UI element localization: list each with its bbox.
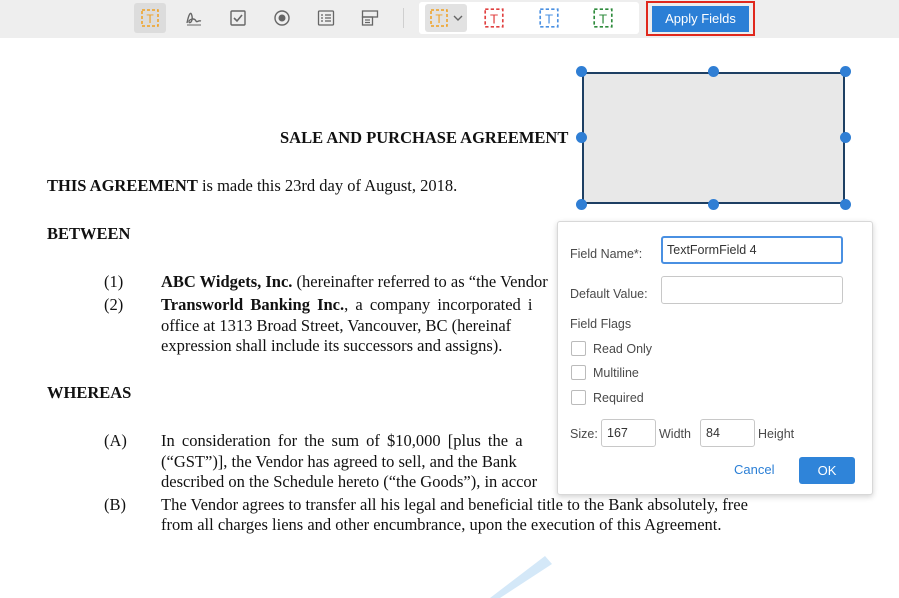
resize-handle-bottom-right[interactable] xyxy=(840,199,851,210)
text-field-red-icon: T xyxy=(484,8,504,28)
style-glyph: T xyxy=(435,12,443,26)
text-field-glyph: T xyxy=(146,12,154,26)
multiline-checkbox[interactable] xyxy=(571,365,586,380)
checkbox-icon xyxy=(230,10,246,26)
multiline-label: Multiline xyxy=(593,366,639,380)
checkbox-tool[interactable] xyxy=(222,3,254,33)
text-field-green-icon: T xyxy=(593,8,613,28)
required-label: Required xyxy=(593,391,644,405)
clause-a-line-3: described on the Schedule hereto (“the G… xyxy=(161,472,538,491)
intro-rest: is made this 23rd day of August, 2018. xyxy=(197,176,458,195)
resize-handle-left[interactable] xyxy=(576,132,587,143)
party-1-num: (1) xyxy=(104,272,124,291)
required-checkbox[interactable] xyxy=(571,390,586,405)
text-field-style-icon: T xyxy=(430,9,448,27)
clause-a-line-1: In consideration for the sum of $10,000 … xyxy=(161,431,523,450)
clause-a-line-2: (“GST”)], the Vendor has agreed to sell,… xyxy=(161,452,517,471)
apply-fields-highlight: Apply Fields xyxy=(646,1,755,36)
radio-icon xyxy=(274,10,290,26)
resize-handle-top-right[interactable] xyxy=(840,66,851,77)
party-1-rest: (hereinafter referred to as “the Vendor xyxy=(292,272,548,291)
resize-handle-top-left[interactable] xyxy=(576,66,587,77)
red-style-option[interactable]: T xyxy=(483,7,505,34)
ok-button[interactable]: OK xyxy=(799,457,855,484)
listbox-tool[interactable] xyxy=(310,3,342,33)
clause-a-num: (A) xyxy=(104,431,127,450)
width-input[interactable]: 167 xyxy=(601,419,656,447)
default-value-label: Default Value: xyxy=(570,287,648,301)
field-style-group: T T T T xyxy=(419,2,639,34)
toolbar-separator xyxy=(403,8,404,28)
text-field-icon: T xyxy=(141,9,159,27)
signature-icon xyxy=(186,12,202,26)
signature-tool[interactable] xyxy=(178,3,210,33)
resize-handle-bottom[interactable] xyxy=(708,199,719,210)
party-2-line-3: expression shall include its successors … xyxy=(161,336,503,355)
resize-handle-bottom-left[interactable] xyxy=(576,199,587,210)
chevron-down-icon xyxy=(453,15,463,21)
watermark-stroke xyxy=(490,556,552,598)
red-glyph: T xyxy=(490,12,498,27)
party-1-text: ABC Widgets, Inc. (hereinafter referred … xyxy=(161,272,548,292)
party-2-line-2: office at 1313 Broad Street, Vancouver, … xyxy=(161,316,512,335)
read-only-checkbox[interactable] xyxy=(571,341,586,356)
field-properties-panel: Field Name*: TextFormField 4 Default Val… xyxy=(557,221,873,495)
apply-fields-button[interactable]: Apply Fields xyxy=(652,6,749,32)
clause-b-line-2: from all charges liens and other encumbr… xyxy=(161,515,722,534)
intro-line: THIS AGREEMENT is made this 23rd day of … xyxy=(47,176,457,196)
width-label: Width xyxy=(659,427,691,441)
clause-b-num: (B) xyxy=(104,495,126,514)
resize-handle-top[interactable] xyxy=(708,66,719,77)
default-value-input[interactable] xyxy=(661,276,843,304)
party-1-name: ABC Widgets, Inc. xyxy=(161,272,293,291)
green-style-option[interactable]: T xyxy=(592,7,614,34)
text-field-tool[interactable]: T xyxy=(134,3,166,33)
green-glyph: T xyxy=(599,12,607,27)
party-2-num: (2) xyxy=(104,295,124,314)
field-name-label: Field Name*: xyxy=(570,247,643,261)
size-label: Size: xyxy=(570,427,598,441)
radio-tool[interactable] xyxy=(266,3,298,33)
text-field-blue-icon: T xyxy=(539,8,559,28)
style-dropdown[interactable]: T xyxy=(425,4,467,32)
whereas-heading: WHEREAS xyxy=(47,383,132,402)
party-2-name: Transworld Banking Inc. xyxy=(161,295,345,314)
text-form-field[interactable] xyxy=(582,72,845,204)
read-only-label: Read Only xyxy=(593,342,653,356)
field-name-input[interactable]: TextFormField 4 xyxy=(661,236,843,264)
intro-bold: THIS AGREEMENT xyxy=(47,176,198,195)
resize-handle-right[interactable] xyxy=(840,132,851,143)
field-flags-heading: Field Flags xyxy=(570,317,632,331)
document-title: SALE AND PURCHASE AGREEMENT xyxy=(280,128,569,147)
blue-glyph: T xyxy=(545,12,553,27)
height-label: Height xyxy=(758,427,795,441)
combobox-tool[interactable] xyxy=(354,3,386,33)
blue-style-option[interactable]: T xyxy=(538,7,560,34)
party-2-rest: , a company incorporated i xyxy=(344,295,533,314)
toolbar: T T T T T Apply Fields xyxy=(0,0,899,38)
height-input[interactable]: 84 xyxy=(700,419,755,447)
clause-b-line-1: The Vendor agrees to transfer all his le… xyxy=(161,495,748,514)
party-2-text: Transworld Banking Inc., a company incor… xyxy=(161,295,533,315)
between-heading: BETWEEN xyxy=(47,224,131,243)
combobox-icon xyxy=(361,10,379,26)
listbox-icon xyxy=(317,10,335,26)
cancel-button[interactable]: Cancel xyxy=(734,462,774,477)
